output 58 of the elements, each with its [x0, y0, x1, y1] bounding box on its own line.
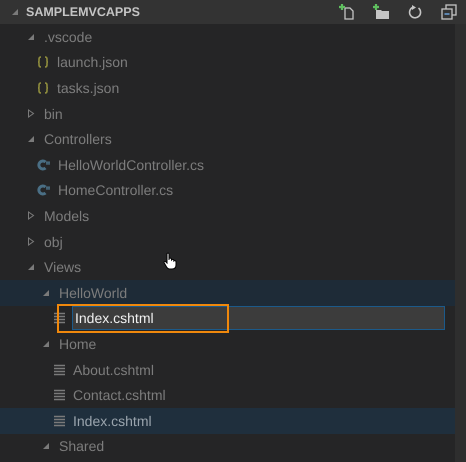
new-folder-icon[interactable]	[372, 3, 390, 21]
file-label: About.cshtml	[73, 362, 154, 378]
file-label: Index.cshtml	[73, 412, 152, 429]
folder-row[interactable]: Controllers	[0, 126, 455, 152]
file-row[interactable]: Contact.cshtml	[0, 382, 455, 408]
folder-label: Controllers	[44, 131, 112, 148]
text-lines-icon	[54, 364, 65, 376]
folder-row[interactable]: .vscode	[0, 24, 455, 50]
refresh-icon[interactable]	[406, 3, 424, 21]
braces-icon	[37, 82, 49, 94]
file-row[interactable]: Index.cshtml	[0, 306, 455, 332]
expanded-arrow-icon[interactable]	[11, 8, 19, 16]
new-file-icon[interactable]	[338, 3, 356, 21]
collapsed-arrow-icon[interactable]	[27, 109, 35, 118]
expanded-arrow-icon[interactable]	[42, 340, 50, 348]
file-label: HelloWorldController.cs	[58, 156, 204, 173]
folder-row[interactable]: HelloWorld	[0, 280, 455, 306]
folder-label: .vscode	[44, 28, 92, 45]
folder-row[interactable]: Shared	[0, 434, 455, 460]
file-label: HomeController.cs	[58, 182, 174, 198]
text-lines-icon	[54, 312, 65, 324]
folder-row[interactable]: Models	[0, 203, 455, 229]
file-row[interactable]: About.cshtml	[0, 356, 455, 382]
file-row[interactable]: launch.json	[0, 50, 455, 76]
folder-row[interactable]: bin	[0, 100, 455, 126]
folder-label: Shared	[59, 438, 104, 454]
folder-row[interactable]: obj	[0, 228, 455, 254]
project-title: SAMPLEMVCAPPS	[26, 5, 141, 19]
folder-label: Models	[44, 208, 90, 224]
expanded-arrow-icon[interactable]	[27, 32, 35, 41]
file-label: Contact.cshtml	[73, 387, 166, 404]
collapsed-arrow-icon[interactable]	[27, 211, 35, 220]
file-row[interactable]: HelloWorldController.cs	[0, 152, 455, 178]
expanded-arrow-icon[interactable]	[27, 263, 35, 272]
folder-label: bin	[44, 106, 63, 122]
csharp-file-icon	[37, 184, 50, 196]
file-row[interactable]: Index.cshtml	[0, 408, 455, 434]
file-row[interactable]: tasks.json	[0, 75, 455, 101]
csharp-file-icon	[37, 158, 50, 171]
folder-row[interactable]: Views	[0, 254, 455, 280]
collapsed-arrow-icon[interactable]	[27, 237, 35, 246]
folder-label: obj	[44, 234, 63, 250]
hand-cursor-icon	[163, 252, 177, 270]
file-label: launch.json	[57, 54, 128, 70]
collapse-all-icon[interactable]	[440, 3, 458, 21]
rename-input-field[interactable]: Index.cshtml	[72, 306, 445, 330]
expanded-arrow-icon[interactable]	[42, 288, 50, 297]
folder-label: HelloWorld	[59, 284, 128, 301]
file-label: tasks.json	[57, 80, 120, 96]
text-lines-icon	[54, 389, 65, 402]
folder-label: Home	[59, 336, 96, 352]
folder-label: Views	[44, 259, 82, 276]
folder-row[interactable]: Home	[0, 331, 455, 357]
braces-icon	[37, 56, 49, 68]
expanded-arrow-icon[interactable]	[42, 442, 50, 450]
file-row[interactable]: HomeController.cs	[0, 178, 455, 204]
expanded-arrow-icon[interactable]	[27, 135, 35, 144]
text-lines-icon	[54, 414, 65, 427]
